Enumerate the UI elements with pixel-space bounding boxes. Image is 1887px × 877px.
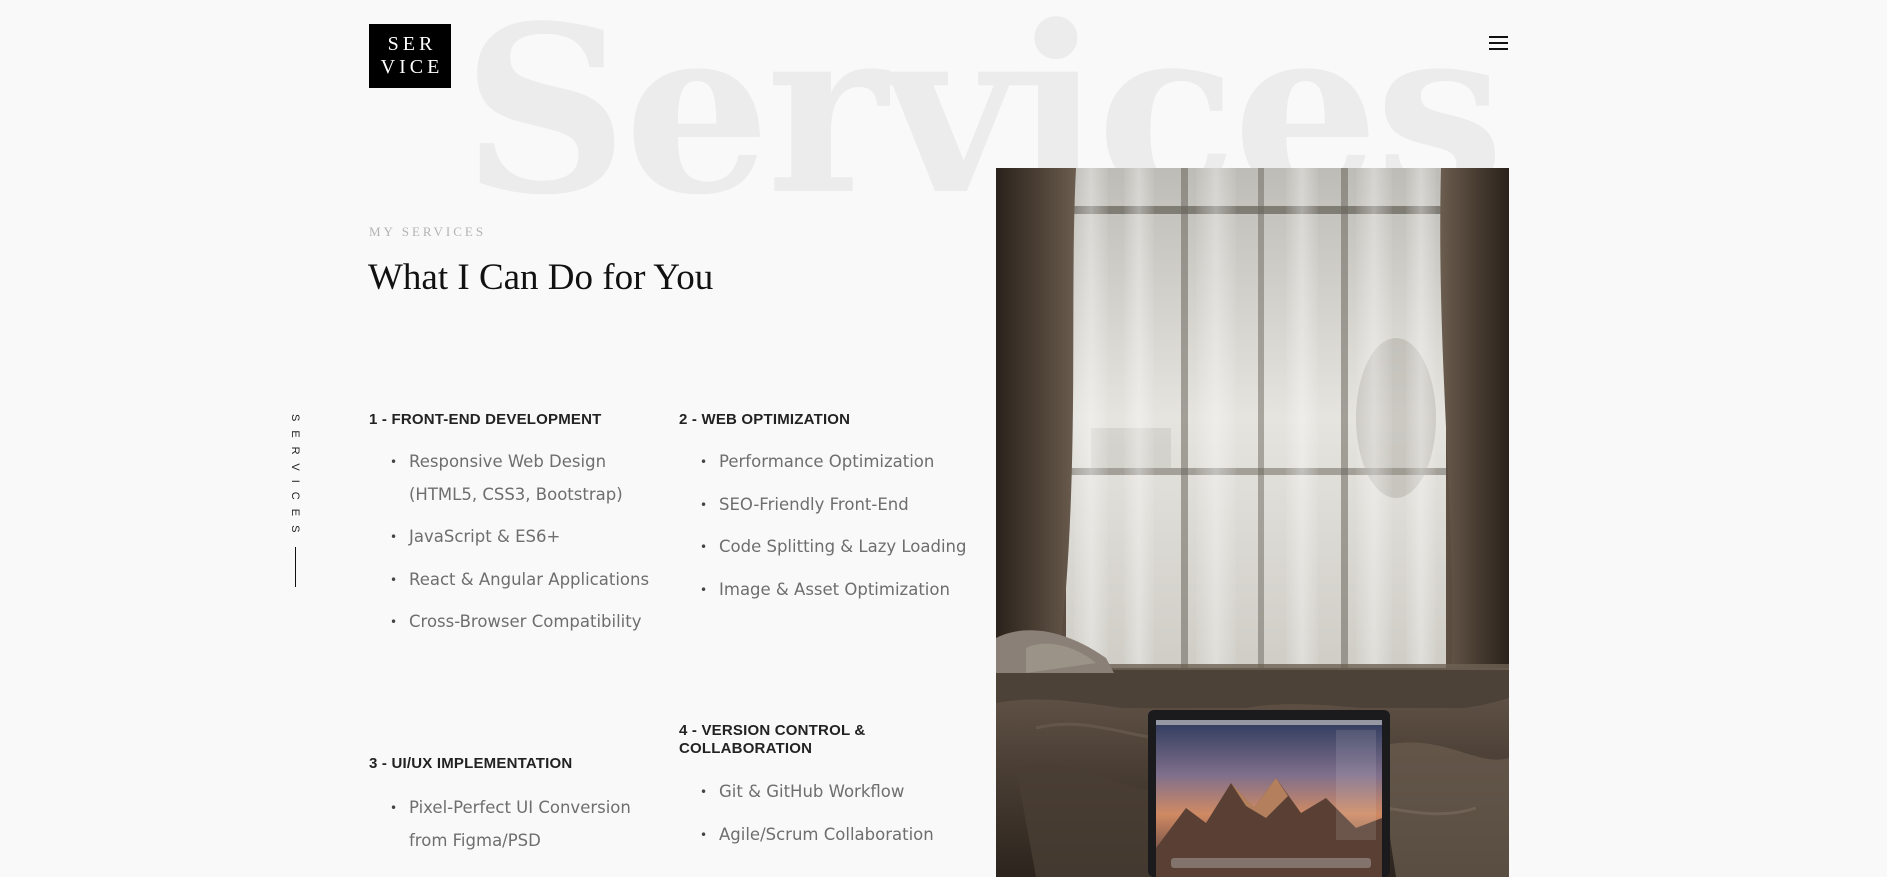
service-list-item: SEO-Friendly Front-End xyxy=(679,489,969,522)
service-list-item: Performance Optimization xyxy=(679,446,969,479)
service-version-control: 4 - VERSION CONTROL & COLLABORATION Git … xyxy=(679,722,969,861)
service-front-end-development: 1 - FRONT-END DEVELOPMENT Responsive Web… xyxy=(369,411,659,649)
service-list: Responsive Web Design (HTML5, CSS3, Boot… xyxy=(369,446,659,639)
service-list-item: Image & Asset Optimization xyxy=(679,574,969,607)
side-label-text: SERVICES xyxy=(289,414,301,542)
service-title: 3 - UI/UX IMPLEMENTATION xyxy=(369,755,573,772)
section-title: What I Can Do for You xyxy=(368,257,714,298)
laptop-illustration xyxy=(1148,710,1390,877)
service-title: 4 - VERSION CONTROL & COLLABORATION xyxy=(679,722,866,757)
service-web-optimization: 2 - WEB OPTIMIZATION Performance Optimiz… xyxy=(679,411,969,616)
service-list: Pixel-Perfect UI Conversion from Figma/P… xyxy=(369,792,659,857)
service-list-item: Responsive Web Design (HTML5, CSS3, Boot… xyxy=(369,446,659,511)
service-list-item: Code Splitting & Lazy Loading xyxy=(679,531,969,564)
service-ui-ux-implementation: 3 - UI/UX IMPLEMENTATION Pixel-Perfect U… xyxy=(369,755,659,867)
service-list: Performance Optimization SEO-Friendly Fr… xyxy=(679,446,969,606)
service-title: 2 - WEB OPTIMIZATION xyxy=(679,411,851,428)
service-title: 1 - FRONT-END DEVELOPMENT xyxy=(369,411,602,428)
service-list-item: Git & GitHub Workflow xyxy=(679,776,969,809)
service-list: Git & GitHub Workflow Agile/Scrum Collab… xyxy=(679,776,969,851)
service-list-item: React & Angular Applications xyxy=(369,564,659,597)
logo-line-1: SER xyxy=(387,33,437,55)
service-list-item: JavaScript & ES6+ xyxy=(369,521,659,554)
site-logo[interactable]: SER VICE xyxy=(369,24,451,88)
side-section-label: SERVICES xyxy=(287,414,303,588)
services-photo xyxy=(996,168,1509,877)
service-list-item: Cross-Browser Compatibility xyxy=(369,606,659,639)
logo-line-2: VICE xyxy=(380,56,444,78)
service-list-item: Agile/Scrum Collaboration xyxy=(679,819,969,852)
side-label-rule xyxy=(294,547,296,588)
service-list-item: Pixel-Perfect UI Conversion from Figma/P… xyxy=(369,792,659,857)
section-eyebrow: MY SERVICES xyxy=(369,224,487,239)
